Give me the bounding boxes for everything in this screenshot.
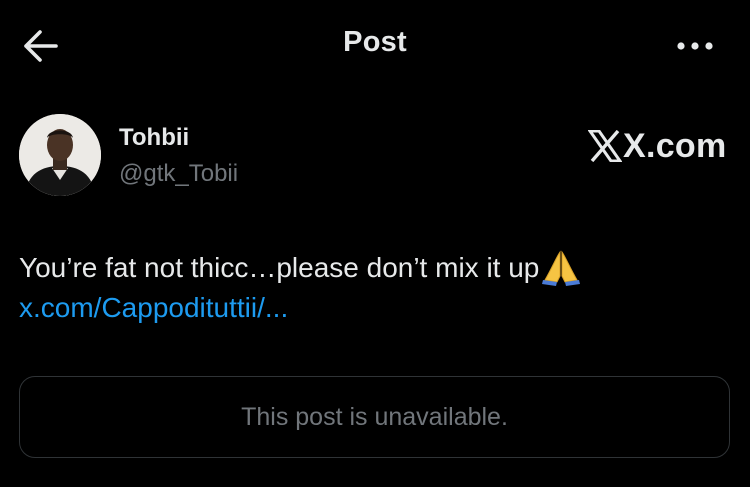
unavailable-message: This post is unavailable. [241, 402, 508, 431]
author-handle[interactable]: @gtk_Tobii [119, 160, 238, 188]
quoted-post-card: This post is unavailable. [19, 376, 730, 458]
top-bar: Post [0, 0, 750, 90]
x-logo-icon [588, 130, 622, 162]
brand-text: X.com [623, 126, 727, 165]
avatar[interactable] [19, 114, 101, 196]
page-title: Post [343, 26, 407, 58]
post-text: You’re fat not thicc…please don’t mix it… [19, 252, 540, 283]
more-options-button[interactable] [674, 36, 716, 56]
more-horizontal-icon [677, 42, 713, 50]
brand-watermark: X.com [588, 126, 727, 166]
post-body: You’re fat not thicc…please don’t mix it… [19, 249, 581, 287]
profile-photo [19, 114, 101, 196]
folded-hands-emoji-icon [541, 250, 581, 286]
author-name[interactable]: Tohbii [119, 124, 189, 152]
post-link[interactable]: x.com/Cappodituttii/... [19, 289, 288, 327]
